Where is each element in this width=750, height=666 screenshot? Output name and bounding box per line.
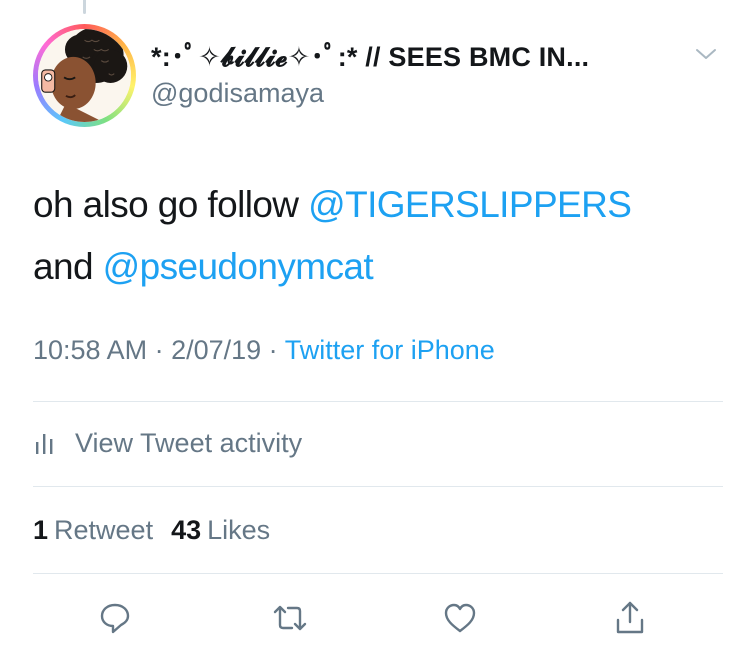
tweet-source-link[interactable]: Twitter for iPhone xyxy=(285,335,495,365)
mention-link-pseudonymcat[interactable]: @pseudonymcat xyxy=(103,246,374,287)
tweet-meta: 10:58 AM · 2/07/19 · Twitter for iPhone xyxy=(33,335,495,366)
like-label: Likes xyxy=(207,514,271,545)
divider xyxy=(33,486,723,487)
like-icon xyxy=(442,601,478,640)
mention-link-tigerslippers[interactable]: @TIGERSLIPPERS xyxy=(308,184,632,225)
meta-separator: · xyxy=(147,335,172,365)
view-tweet-activity-button[interactable]: View Tweet activity xyxy=(33,420,302,466)
retweet-button[interactable] xyxy=(265,595,315,645)
tweet-date: 2/07/19 xyxy=(171,335,262,365)
share-icon xyxy=(613,600,647,641)
avatar[interactable] xyxy=(33,24,136,127)
retweet-count: 1 xyxy=(33,514,49,545)
share-button[interactable] xyxy=(605,595,655,645)
user-handle[interactable]: @godisamaya xyxy=(151,78,324,109)
action-bar xyxy=(90,595,670,645)
reply-button[interactable] xyxy=(90,595,140,645)
tweet-header: *:･ﾟ✧𝓫𝓲𝓵𝓵𝓲𝓮✧･ﾟ:* // SEES BMC IN... @godi… xyxy=(33,24,723,134)
name-row: *:･ﾟ✧𝓫𝓲𝓵𝓵𝓲𝓮✧･ﾟ:* // SEES BMC IN... xyxy=(151,34,721,74)
reply-icon xyxy=(98,601,132,640)
view-tweet-activity-label: View Tweet activity xyxy=(75,427,303,458)
meta-separator: · xyxy=(261,335,285,365)
retweet-icon xyxy=(270,601,310,640)
thread-connector-line xyxy=(83,0,86,14)
retweet-stat[interactable]: 1 Retweet xyxy=(33,515,153,546)
divider xyxy=(33,401,723,402)
retweet-label: Retweet xyxy=(54,514,154,545)
display-name[interactable]: *:･ﾟ✧𝓫𝓲𝓵𝓵𝓲𝓮✧･ﾟ:* // SEES BMC IN... xyxy=(151,35,691,74)
like-count: 43 xyxy=(171,514,202,545)
tweet-stats: 1 Retweet 43 Likes xyxy=(33,508,270,552)
divider xyxy=(33,573,723,574)
like-button[interactable] xyxy=(435,595,485,645)
tweet-time: 10:58 AM xyxy=(33,335,148,365)
like-stat[interactable]: 43 Likes xyxy=(171,515,270,546)
tweet-text-prefix: oh also go follow xyxy=(33,184,309,225)
tweet-text-middle: and xyxy=(33,246,103,287)
avatar-image xyxy=(38,29,131,122)
bar-chart-icon xyxy=(33,430,59,456)
tweet-text: oh also go follow @TIGERSLIPPERS and @ps… xyxy=(33,174,723,298)
chevron-down-icon[interactable] xyxy=(691,39,721,69)
